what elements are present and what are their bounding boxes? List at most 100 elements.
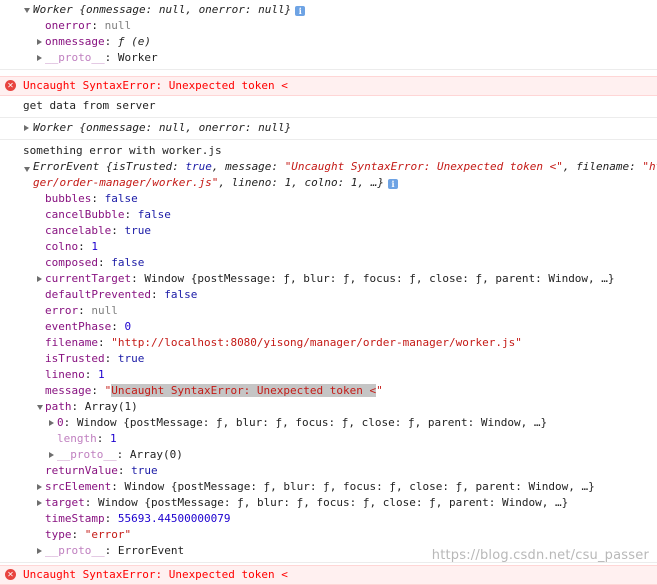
- console-message-worker-collapsed: Worker {onmessage: null, onerror: null}: [0, 118, 657, 140]
- prop-value: false: [164, 288, 198, 301]
- prop-value: "error": [84, 528, 132, 541]
- expand-triangle-icon[interactable]: [36, 399, 45, 415]
- prop-row: isTrusted: true: [45, 352, 145, 365]
- expand-triangle-icon[interactable]: [36, 50, 45, 66]
- prop-key: timeStamp: [45, 512, 105, 525]
- prop-value: null: [104, 19, 132, 32]
- prop-row: length: 1: [57, 432, 117, 445]
- prop-key: target: [45, 496, 85, 509]
- prop-row: lineno: 1: [45, 368, 105, 381]
- summary-value: ger/order-manager/worker.js": [33, 176, 219, 189]
- prop-key: lineno: [45, 368, 85, 381]
- prop-value: ErrorEvent: [117, 544, 185, 557]
- prop-value: Window {postMessage: ƒ, blur: ƒ, focus: …: [98, 496, 569, 509]
- prop-key: __proto__: [45, 51, 105, 64]
- prop-row: onerror: null: [45, 19, 132, 32]
- prop-key: currentTarget: [45, 272, 132, 285]
- prop-row: message: "Uncaught SyntaxError: Unexpect…: [45, 384, 383, 397]
- console-error-message: ✕ Uncaught SyntaxError: Unexpected token…: [0, 565, 657, 585]
- error-text[interactable]: Uncaught SyntaxError: Unexpected token <: [0, 77, 657, 95]
- expand-triangle-icon[interactable]: [36, 271, 45, 287]
- devtools-console: Worker {onmessage: null, onerror: null} i…: [0, 0, 657, 585]
- prop-key: message: [45, 384, 92, 397]
- prop-row[interactable]: path: Array(1): [0, 399, 657, 415]
- expand-triangle-icon[interactable]: [48, 415, 57, 431]
- console-message-worker: Worker {onmessage: null, onerror: null} i…: [0, 0, 657, 70]
- prop-key: returnValue: [45, 464, 118, 477]
- info-icon[interactable]: i: [388, 179, 399, 189]
- prop-value: null: [91, 304, 118, 317]
- prop-key: onmessage: [45, 35, 105, 48]
- prop-value: "http://localhost:8080/yisong/manager/or…: [111, 336, 522, 349]
- prop-value: 1: [98, 368, 105, 381]
- summary-rest: , lineno: 1, colno: 1, …}: [218, 176, 385, 189]
- prop-key: colno: [45, 240, 79, 253]
- worker-summary-row[interactable]: Worker {onmessage: null, onerror: null}: [0, 120, 657, 136]
- prop-value: 0: [124, 320, 132, 333]
- prop-row: eventPhase: 0: [45, 320, 132, 333]
- prop-value: 55693.44500000079: [117, 512, 231, 525]
- error-text[interactable]: Uncaught SyntaxError: Unexpected token <: [0, 566, 657, 584]
- prop-value: Array(1): [84, 400, 138, 413]
- prop-key: __proto__: [57, 448, 117, 461]
- watermark: https://blog.csdn.net/csu_passer: [431, 548, 649, 563]
- error-event-summary-row-2: ger/order-manager/worker.js", lineno: 1,…: [0, 175, 657, 191]
- expand-triangle-icon[interactable]: [36, 34, 45, 50]
- prop-key: error: [45, 304, 79, 317]
- prop-value: Window {postMessage: ƒ, blur: ƒ, focus: …: [124, 480, 595, 493]
- expand-triangle-icon[interactable]: [36, 543, 45, 559]
- worker-summary: Worker {onmessage: null, onerror: null}: [33, 121, 292, 134]
- prop-key: path: [45, 400, 72, 413]
- worker-summary-row[interactable]: Worker {onmessage: null, onerror: null} i: [0, 2, 657, 18]
- prop-value: true: [124, 224, 151, 237]
- prop-row: filename: "http://localhost:8080/yisong/…: [45, 336, 522, 349]
- prop-row: error: null: [45, 304, 118, 317]
- prop-row: colno: 1: [45, 240, 98, 253]
- prop-row[interactable]: 0: Window {postMessage: ƒ, blur: ƒ, focu…: [0, 415, 657, 431]
- prop-row[interactable]: onmessage: ƒ (e): [0, 34, 657, 50]
- worker-summary: Worker {onmessage: null, onerror: null}: [33, 3, 292, 16]
- prop-row[interactable]: srcElement: Window {postMessage: ƒ, blur…: [0, 479, 657, 495]
- expand-triangle-icon[interactable]: [23, 120, 32, 136]
- prop-value: false: [137, 208, 171, 221]
- prop-key: cancelBubble: [45, 208, 125, 221]
- expand-triangle-icon[interactable]: [23, 2, 32, 18]
- summary-key: , message:: [211, 160, 285, 173]
- log-text: something error with worker.js: [23, 144, 222, 157]
- prop-value: Array(0): [129, 448, 183, 461]
- info-icon[interactable]: i: [295, 6, 306, 16]
- prop-row: bubbles: false: [45, 192, 138, 205]
- console-error-message: ✕ Uncaught SyntaxError: Unexpected token…: [0, 76, 657, 96]
- error-event-summary-row[interactable]: ErrorEvent {isTrusted: true, message: "U…: [0, 159, 657, 175]
- log-text: get data from server: [23, 99, 156, 112]
- prop-value-highlighted: Uncaught SyntaxError: Unexpected token <: [111, 384, 377, 397]
- summary-key: , filename:: [562, 160, 643, 173]
- expand-triangle-icon[interactable]: [48, 447, 57, 463]
- prop-value: 1: [110, 432, 117, 445]
- prop-key: type: [45, 528, 72, 541]
- summary-value: "ht: [642, 160, 657, 173]
- prop-key: eventPhase: [45, 320, 112, 333]
- prop-row: returnValue: true: [45, 464, 158, 477]
- prop-key: bubbles: [45, 192, 92, 205]
- prop-row[interactable]: __proto__: Array(0): [0, 447, 657, 463]
- prop-row[interactable]: currentTarget: Window {postMessage: ƒ, b…: [0, 271, 657, 287]
- prop-row: composed: false: [45, 256, 145, 269]
- prop-value-quote: ": [376, 384, 383, 397]
- prop-row[interactable]: __proto__: Worker: [0, 50, 657, 66]
- prop-row: type: "error": [45, 528, 132, 541]
- prop-key: length: [57, 432, 97, 445]
- prop-row[interactable]: target: Window {postMessage: ƒ, blur: ƒ,…: [0, 495, 657, 511]
- expand-triangle-icon[interactable]: [36, 479, 45, 495]
- prop-value: Window {postMessage: ƒ, blur: ƒ, focus: …: [76, 416, 548, 429]
- prop-value: false: [111, 256, 145, 269]
- prop-key: isTrusted: [45, 352, 105, 365]
- prop-key: filename: [45, 336, 98, 349]
- prop-value: Worker: [117, 51, 158, 64]
- prop-value: Window {postMessage: ƒ, blur: ƒ, focus: …: [144, 272, 615, 285]
- console-log-message: get data from server: [0, 96, 657, 118]
- prop-key: 0: [57, 416, 64, 429]
- prop-key: srcElement: [45, 480, 112, 493]
- prop-row: defaultPrevented: false: [45, 288, 198, 301]
- expand-triangle-icon[interactable]: [36, 495, 45, 511]
